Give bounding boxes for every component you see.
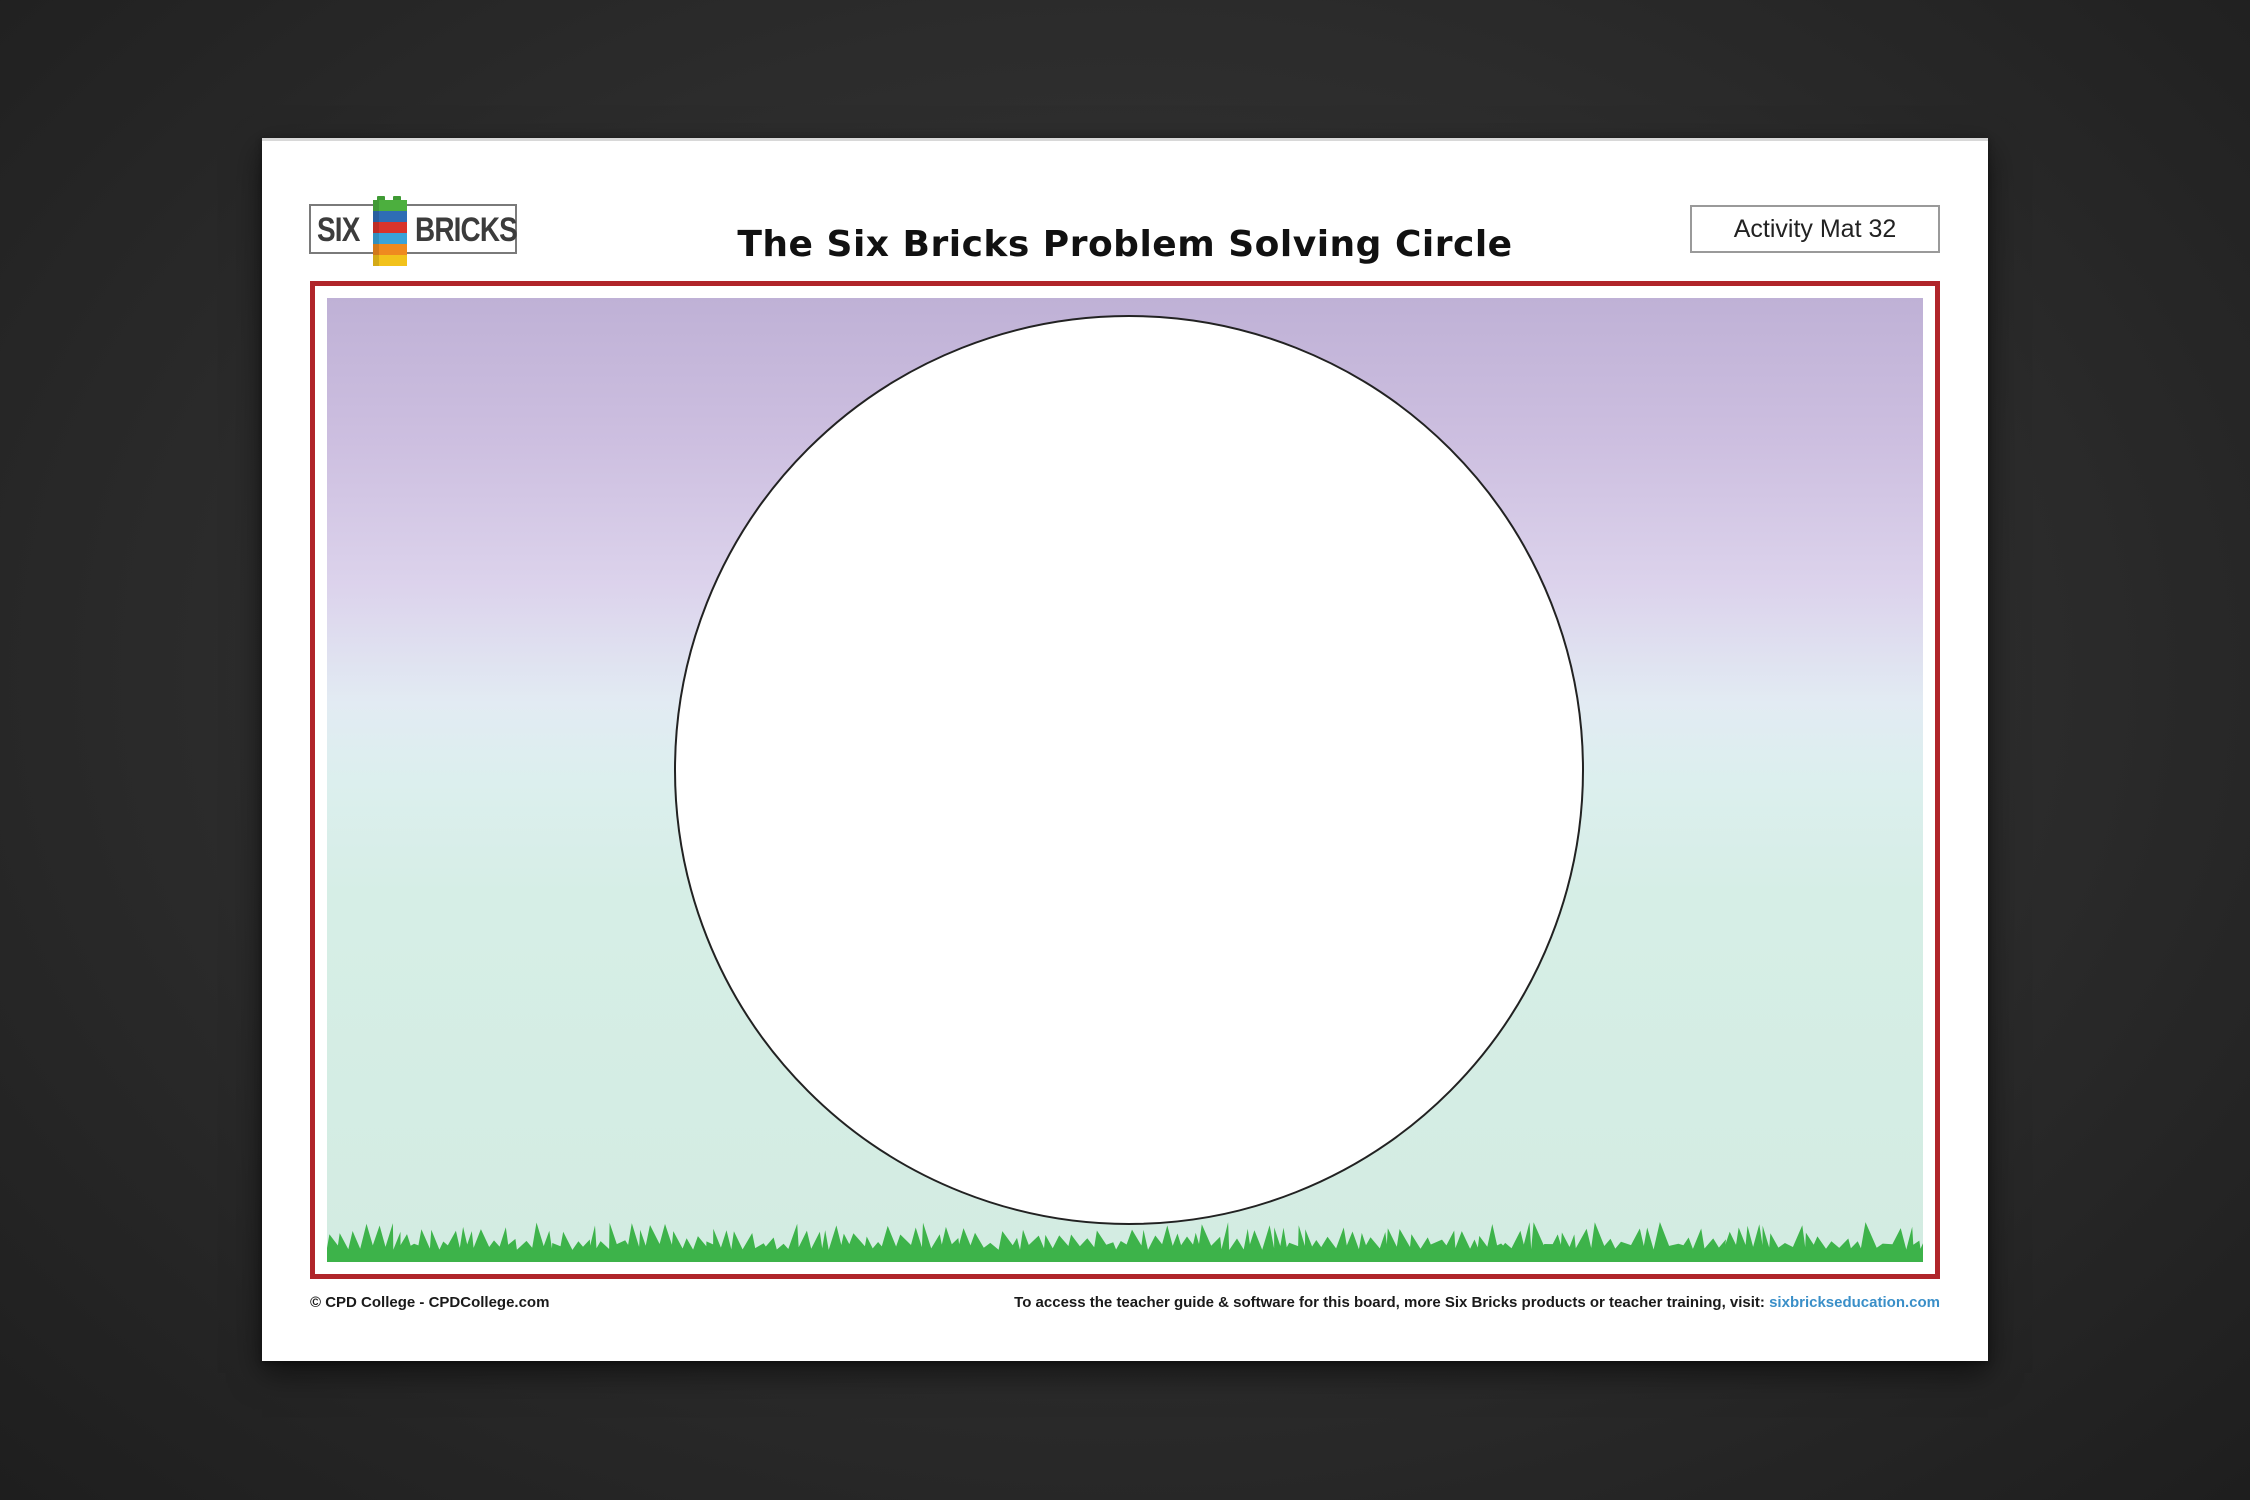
website-link[interactable]: sixbrickseducation.com bbox=[1769, 1294, 1940, 1311]
copyright-text: © CPD College - CPDCollege.com bbox=[310, 1294, 550, 1311]
problem-solving-circle bbox=[674, 315, 1584, 1225]
activity-mat-sheet: SIX BRICKS The Six Bricks Problem Solvin… bbox=[262, 138, 1988, 1361]
sky-background bbox=[327, 298, 1923, 1262]
footer-access-text: To access the teacher guide & software f… bbox=[1014, 1294, 1940, 1311]
activity-mat-label: Activity Mat 32 bbox=[1690, 205, 1940, 253]
mat-frame bbox=[310, 281, 1940, 1279]
footer-access-label: To access the teacher guide & software f… bbox=[1014, 1294, 1770, 1311]
grass-strip bbox=[327, 1222, 1923, 1262]
